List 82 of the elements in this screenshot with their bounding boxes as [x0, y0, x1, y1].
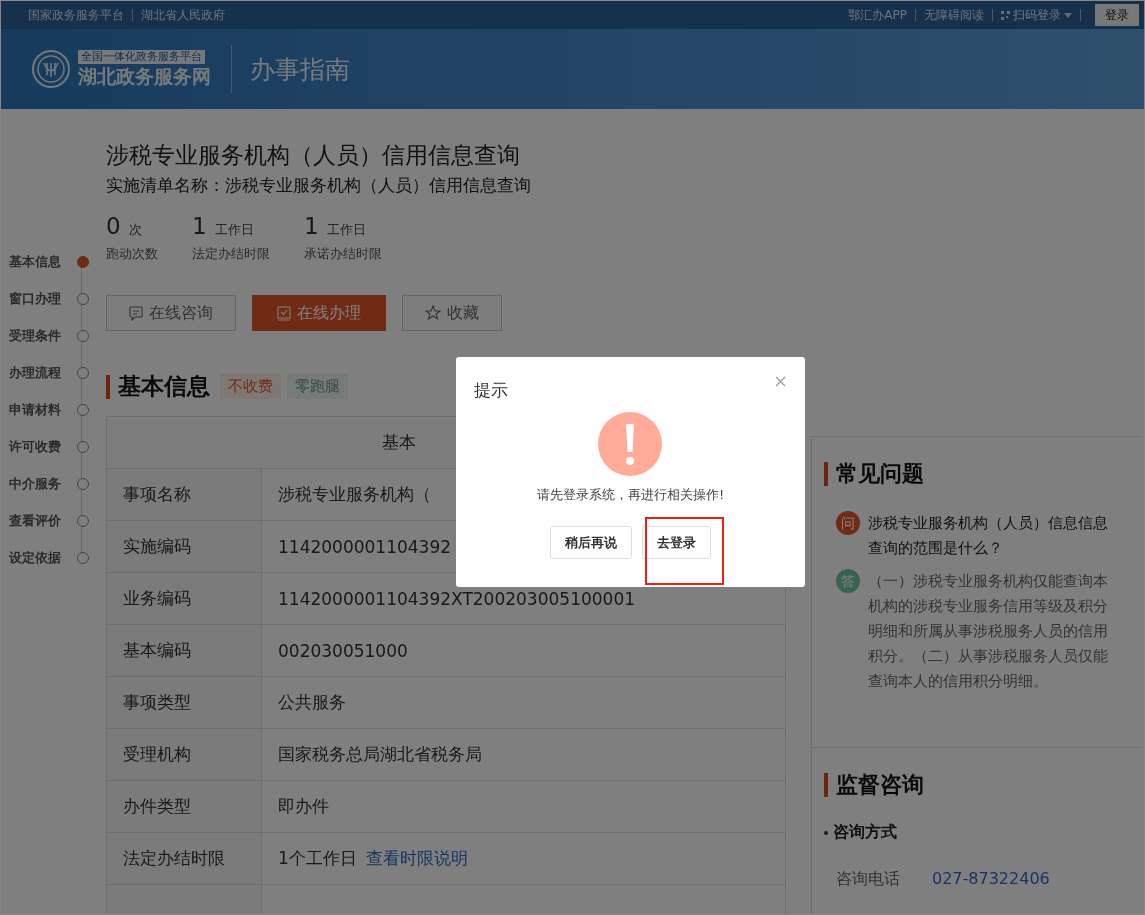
- item-title: 涉税专业服务机构（人员）信用信息查询: [106, 141, 521, 170]
- table-cell: 实施编码: [106, 520, 262, 573]
- side-nav-item[interactable]: 办理流程: [9, 354, 89, 391]
- page-title: 办事指南: [250, 53, 350, 86]
- table-cell: 基本编码: [106, 624, 262, 677]
- side-nav-item[interactable]: 申请材料: [9, 391, 89, 428]
- item-subtitle: 实施清单名称：涉税专业服务机构（人员）信用信息查询: [106, 174, 532, 197]
- nav-label: 许可收费: [9, 437, 61, 456]
- top-link[interactable]: 鄂汇办APP: [848, 6, 907, 24]
- stat-label: 跑动次数: [106, 245, 158, 263]
- table-cell: 办件类型: [106, 780, 262, 833]
- method-heading: 咨询方式: [833, 822, 897, 843]
- tag: 不收费: [220, 374, 281, 399]
- nav-label: 设定依据: [9, 548, 61, 567]
- section-title: 基本信息: [118, 372, 210, 401]
- table-cell: 法定办结时限: [106, 832, 262, 885]
- action-button[interactable]: 在线办理: [252, 295, 386, 331]
- nav-label: 受理条件: [9, 326, 61, 345]
- table-cell: 1142000001104392: [278, 536, 452, 557]
- table-cell: 1142000001104392XT200203005100001: [278, 588, 636, 609]
- top-link[interactable]: 湖北省人民政府: [141, 6, 225, 24]
- login-button[interactable]: 登录: [1095, 4, 1139, 26]
- close-icon[interactable]: [775, 376, 786, 387]
- tag: 零跑腿: [287, 374, 348, 399]
- logo-name: 湖北政务服务网: [78, 64, 211, 88]
- side-nav-item[interactable]: 窗口办理: [9, 280, 89, 317]
- table-cell: 002030051000: [278, 640, 408, 661]
- stat-label: 法定办结时限: [192, 245, 270, 263]
- warning-icon: [598, 412, 662, 476]
- table-cell: 公共服务: [278, 692, 346, 712]
- side-nav-item[interactable]: 中介服务: [9, 465, 89, 502]
- chat-icon: [129, 305, 143, 321]
- table-cell: 业务编码: [106, 572, 262, 625]
- stat-label: 承诺办结时限: [304, 245, 382, 263]
- top-link[interactable]: 无障碍阅读: [924, 6, 984, 24]
- stat-value: 1: [192, 213, 207, 239]
- stat-value: 0: [106, 213, 121, 239]
- table-cell: 事项类型: [106, 676, 262, 729]
- stat-unit: 工作日: [214, 221, 254, 239]
- qr-login-link[interactable]: 扫码登录: [1001, 6, 1072, 24]
- faq-question: 涉税专业服务机构（人员）信息信息查询的范围是什么？: [868, 513, 1109, 559]
- dialog-button[interactable]: 去登录: [642, 526, 711, 559]
- stat-value: 1: [304, 213, 319, 239]
- logo-tagline: 全国一体化政务服务平台: [78, 50, 205, 64]
- action-button[interactable]: 收藏: [402, 295, 502, 331]
- side-nav-item[interactable]: 设定依据: [9, 539, 89, 576]
- dialog-button[interactable]: 稍后再说: [550, 526, 632, 559]
- panel-title: 常见问题: [836, 460, 924, 488]
- stat-unit: 工作日: [326, 221, 366, 239]
- nav-label: 申请材料: [9, 400, 61, 419]
- contact-label: 咨询电话: [836, 869, 901, 890]
- table-cell: 事项名称: [106, 468, 262, 521]
- emblem-icon: [31, 49, 71, 89]
- nav-label: 办理流程: [9, 363, 61, 382]
- side-nav-item[interactable]: 受理条件: [9, 317, 89, 354]
- table-cell: 国家税务总局湖北省税务局: [278, 744, 482, 764]
- dialog-title: 提示: [474, 379, 508, 402]
- top-link[interactable]: 国家政务服务平台: [28, 6, 124, 24]
- side-nav-item[interactable]: 查看评价: [9, 502, 89, 539]
- answer-badge: 答: [836, 569, 860, 593]
- table-cell: 涉税专业服务机构（: [278, 484, 431, 504]
- qr-icon: [1001, 10, 1010, 20]
- nav-label: 中介服务: [9, 474, 61, 493]
- side-nav-item[interactable]: 许可收费: [9, 428, 89, 465]
- question-badge: 问: [836, 511, 860, 535]
- side-nav-item[interactable]: 基本信息: [9, 243, 89, 280]
- table-cell: 即办件: [278, 796, 329, 816]
- dialog-message: 请先登录系统，再进行相关操作!: [535, 486, 726, 504]
- check-box-icon: [277, 305, 291, 321]
- nav-label: 窗口办理: [9, 289, 61, 308]
- table-cell: 受理机构: [106, 728, 262, 781]
- nav-label: 基本信息: [9, 252, 61, 271]
- stat-unit: 次: [128, 221, 142, 239]
- time-limit-link[interactable]: 查看时限说明: [366, 848, 469, 868]
- caret-icon: [1064, 12, 1072, 18]
- nav-label: 查看评价: [9, 511, 61, 530]
- star-icon: [425, 305, 441, 321]
- faq-answer: （一）涉税专业服务机构仅能查询本机构的涉税专业服务信用等级及积分明细和所属从事涉税服务人员的信用积分。（二）从事涉税服务人员仅能查询本人的信用积分明细。: [868, 571, 1109, 692]
- panel-title: 监督咨询: [836, 771, 924, 799]
- phone-link[interactable]: 027-87322406: [932, 869, 1050, 890]
- table-cell: 1个工作日: [278, 848, 357, 868]
- action-button[interactable]: 在线咨询: [106, 295, 236, 331]
